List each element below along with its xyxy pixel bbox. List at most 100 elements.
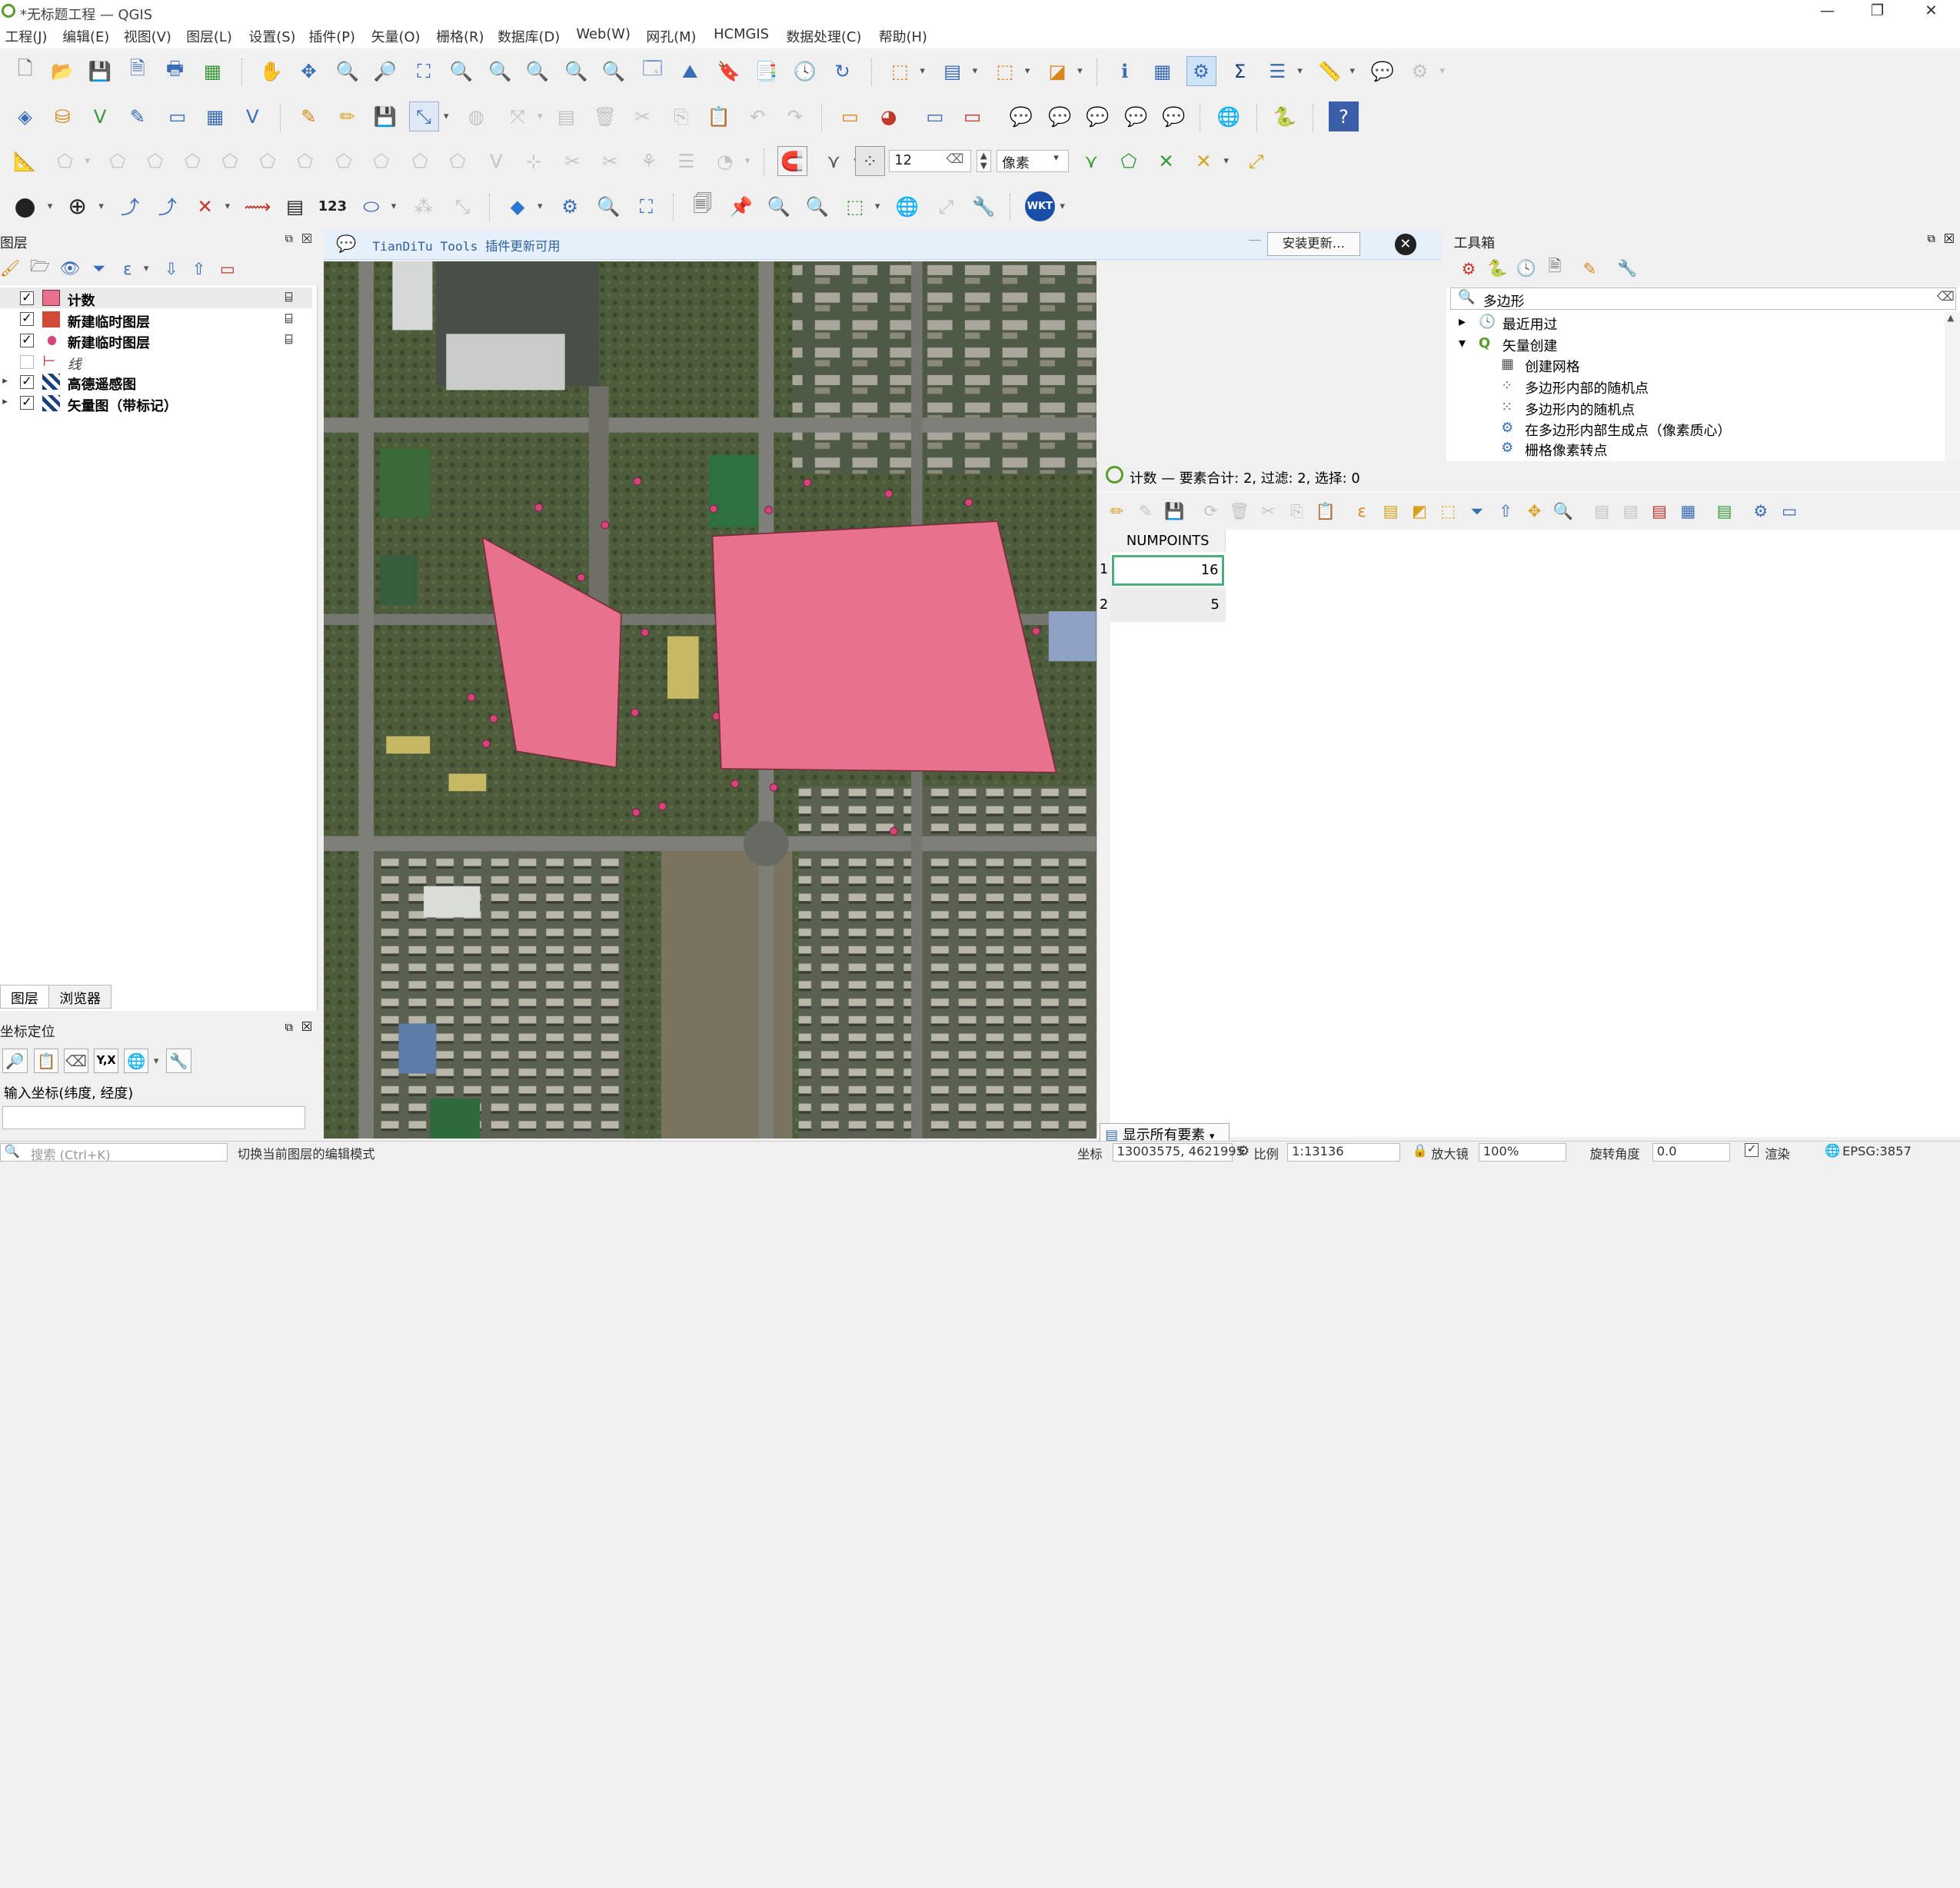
topological-editing-icon[interactable]: ⋎ xyxy=(1077,146,1106,176)
invert-selection-icon[interactable]: ◩ xyxy=(1404,496,1434,526)
xy-tool-icon[interactable]: ⤢ xyxy=(931,191,961,221)
add-group-icon[interactable]: 🗁 xyxy=(25,254,55,284)
rotate-symbol-icon[interactable]: ⚘ xyxy=(634,146,664,176)
menu-view[interactable]: 视图(V) xyxy=(124,26,171,46)
refresh-icon[interactable]: ↻ xyxy=(827,56,857,86)
layer-item[interactable]: ▸ ✓ 矢量图（带标记） xyxy=(0,392,312,414)
expand-arrow-icon[interactable]: ▸ xyxy=(2,396,8,407)
cad-tools-icon[interactable]: 📐 xyxy=(10,146,40,176)
current-edits-icon[interactable]: ✎ xyxy=(294,101,324,131)
map-point[interactable] xyxy=(709,504,718,513)
menu-hcmgis[interactable]: HCMGIS xyxy=(714,26,769,42)
settings-gear-icon[interactable]: ⚙ xyxy=(555,191,585,221)
new-project-icon[interactable]: 🗋 xyxy=(10,56,40,86)
circle-tool-icon[interactable]: ● xyxy=(10,191,40,221)
measure-icon[interactable]: 📏 xyxy=(1315,56,1345,86)
maximize-button[interactable]: ❐ xyxy=(1852,2,1902,22)
coord-clear-icon[interactable]: ⌫ xyxy=(63,1048,89,1074)
edit-in-place-icon[interactable]: ✎ xyxy=(1575,254,1605,284)
help-icon[interactable]: ? xyxy=(1328,101,1359,131)
geo-point-icon[interactable]: ⁂ xyxy=(409,191,439,221)
map-point[interactable] xyxy=(641,628,650,637)
toolbox-item[interactable]: ▦ 创建网格 xyxy=(1501,356,1579,375)
map-point[interactable] xyxy=(489,714,498,723)
toolbox-search-input[interactable]: 多边形 xyxy=(1483,291,1525,311)
processing-toolbox-icon[interactable]: ⚙ xyxy=(1186,56,1216,87)
open-field-calc-icon[interactable]: ☰ xyxy=(1263,56,1293,86)
wkt-icon[interactable]: WKT xyxy=(1024,191,1055,221)
menu-mesh[interactable]: 网孔(M) xyxy=(646,26,696,46)
fill-ring-icon[interactable]: ⬠ xyxy=(290,146,320,176)
layer-checkbox[interactable]: ✓ xyxy=(20,374,34,389)
attribute-table-icon[interactable]: ▦ xyxy=(1147,56,1177,86)
zoom-area-icon[interactable]: 🔍 xyxy=(803,191,833,221)
lock-icon[interactable]: 🔒 xyxy=(1413,1143,1428,1158)
toolbox-item[interactable]: ▾ Q 矢量创建 xyxy=(1459,335,1557,354)
toolbox-item[interactable]: ⚙ 栅格像素转点 xyxy=(1501,440,1607,459)
cut-icon[interactable]: ✂ xyxy=(1253,496,1283,526)
filter-expression-icon[interactable]: ε xyxy=(112,254,142,284)
close-panel-icon[interactable]: ☒ xyxy=(301,1019,313,1034)
float-panel-icon[interactable]: ⧉ xyxy=(285,232,293,245)
layer-checkbox[interactable] xyxy=(20,354,34,369)
label-layer-icon[interactable]: ▭ xyxy=(835,101,865,131)
remove-layer-icon[interactable]: ▭ xyxy=(212,254,242,284)
close-button[interactable]: ✕ xyxy=(1906,2,1956,22)
style-icon[interactable]: 🖌 xyxy=(0,254,25,284)
save-edits-icon[interactable]: 💾 xyxy=(1160,496,1190,526)
zoom-to-selection-icon[interactable]: 🔍 xyxy=(446,56,476,86)
zoom-point-icon[interactable]: 🔍 xyxy=(764,191,794,221)
toolbox-item[interactable]: ⁙ 多边形内的随机点 xyxy=(1501,399,1635,418)
line-tools-icon[interactable]: ⟿ xyxy=(242,191,272,221)
search-map-icon[interactable]: 🔍 xyxy=(594,191,624,221)
snapping-magnet-icon[interactable]: 🧲 xyxy=(777,146,808,177)
tab-browser[interactable]: 浏览器 xyxy=(48,984,112,1009)
toolbox-item[interactable]: ▸ 🕓 最近用过 xyxy=(1459,314,1557,333)
change-label-icon[interactable]: 💬 xyxy=(1121,101,1151,131)
simplify-icon[interactable]: ⬠ xyxy=(178,146,208,176)
crs-globe-icon[interactable]: 🌐 xyxy=(1825,1143,1840,1158)
float-panel-icon[interactable]: ⧉ xyxy=(1928,232,1935,245)
filter-select-icon[interactable]: ⏷ xyxy=(1462,496,1492,526)
clear-tolerance-icon[interactable]: ⌫ xyxy=(947,151,964,166)
tracing-icon[interactable]: ✕ xyxy=(1189,146,1219,176)
delete-selected-icon[interactable]: 🗑 xyxy=(590,101,620,131)
highlight-label-icon[interactable]: ▭ xyxy=(920,101,950,131)
globe-icon[interactable]: 🌐 xyxy=(893,191,923,221)
coord-settings-icon[interactable]: 🔧 xyxy=(166,1048,191,1074)
map-point[interactable] xyxy=(1032,627,1040,636)
move-label-icon[interactable]: 💬 xyxy=(1045,101,1075,131)
style-manager-icon[interactable]: ▦ xyxy=(198,56,228,86)
add-part-icon[interactable]: ⬠ xyxy=(252,146,282,176)
pan-icon[interactable]: ✋ xyxy=(256,56,286,86)
bbox-icon[interactable]: ⬚ xyxy=(840,191,870,221)
modify-attributes-icon[interactable]: ▤ xyxy=(551,101,581,131)
zoom-in-icon[interactable]: 🔍 xyxy=(332,56,362,86)
offset-curve-icon[interactable]: ⬠ xyxy=(442,146,472,176)
zoom-to-layer-icon[interactable]: 🔍 xyxy=(485,56,515,86)
add-feature-icon[interactable]: ◍ xyxy=(461,101,491,131)
print-layout-icon[interactable]: 🖶 xyxy=(160,56,190,86)
organize-columns-icon[interactable]: ▤ xyxy=(1645,496,1675,526)
toolbox-scrollbar[interactable]: ▲ xyxy=(1945,312,1960,463)
history-icon[interactable]: 🕓 xyxy=(1511,254,1541,284)
menu-processing[interactable]: 数据处理(C) xyxy=(786,26,861,46)
python-console-icon[interactable]: 🐍 xyxy=(1270,101,1300,131)
save-edits-icon[interactable]: 💾 xyxy=(370,101,400,131)
layer-item[interactable]: ✓ 新建临时图层 ⌸ xyxy=(0,308,312,331)
data-source-manager-icon[interactable]: ◈ xyxy=(10,101,40,131)
geo-line-icon[interactable]: ⤡ xyxy=(448,191,478,221)
move-feature-icon[interactable]: ⬠ xyxy=(50,146,80,176)
merge-attributes-icon[interactable]: ✂ xyxy=(595,146,625,176)
zoom-native-icon[interactable]: 🔍 xyxy=(522,56,552,86)
delete-part-icon[interactable]: ⬠ xyxy=(366,146,396,176)
map-point[interactable] xyxy=(884,489,893,498)
new-map-view-icon[interactable]: 🗔 xyxy=(637,56,667,86)
count-polygon[interactable] xyxy=(711,520,1057,773)
avoid-overlap-icon[interactable]: ⬠ xyxy=(1113,146,1143,176)
new-spatialite-icon[interactable]: ✎ xyxy=(122,101,152,131)
merge-features-icon[interactable]: ✂ xyxy=(557,146,587,176)
layer-checkbox[interactable]: ✓ xyxy=(20,396,34,411)
map-point[interactable] xyxy=(730,779,740,788)
map-point[interactable] xyxy=(964,498,973,507)
